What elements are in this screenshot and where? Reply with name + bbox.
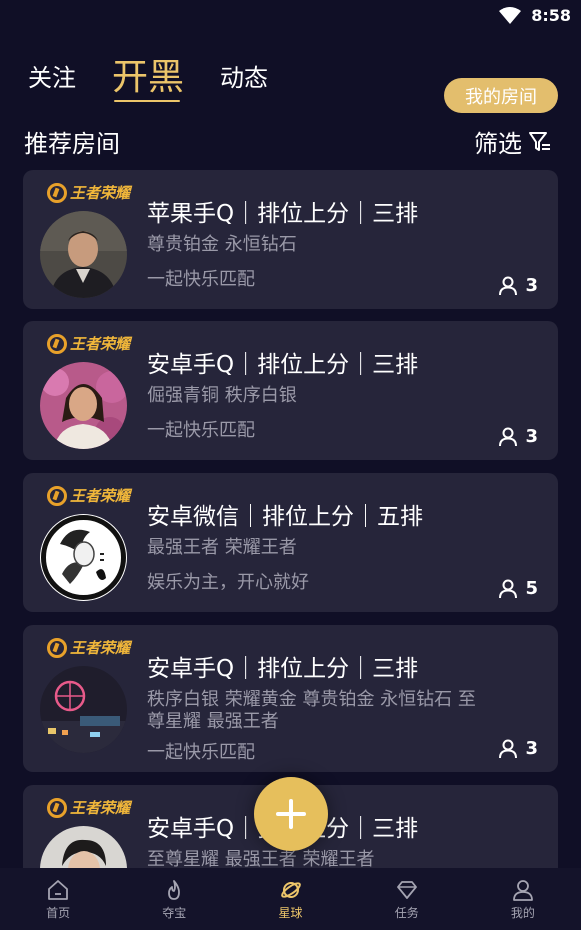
nav-label: 我的 (510, 906, 535, 920)
nav-label: 首页 (46, 906, 71, 920)
create-room-button[interactable] (254, 777, 328, 851)
status-icons: 8:58 (499, 6, 571, 25)
nav-profile[interactable]: 我的 (465, 868, 581, 930)
room-description: 一起快乐匹配 (147, 742, 255, 763)
wifi-icon (499, 6, 522, 24)
game-logo-icon (47, 797, 67, 818)
top-tabs: 关注 开黑 动态 (28, 48, 304, 102)
room-description: 一起快乐匹配 (147, 269, 255, 290)
person-icon (499, 579, 518, 598)
room-tags: 倔强青铜 秩序白银 (147, 385, 297, 406)
filter-label: 筛选 (474, 130, 522, 158)
planet-icon (280, 882, 301, 898)
profile-icon (513, 880, 533, 901)
room-description: 一起快乐匹配 (147, 420, 255, 441)
room-card[interactable]: 王者荣耀 安卓微信｜排位上分｜五排 最强王者 荣耀王者 娱乐为主，开心就好 5 (23, 473, 558, 612)
person-icon (499, 276, 518, 295)
filter-button[interactable]: 筛选 (474, 124, 552, 159)
avatar[interactable] (40, 826, 127, 868)
tab-follow[interactable]: 关注 (28, 66, 76, 98)
home-icon (48, 880, 68, 900)
game-logo: 王者荣耀 (47, 333, 130, 354)
nav-treasure[interactable]: 夺宝 (116, 868, 232, 930)
avatar[interactable] (40, 666, 127, 753)
room-tags: 最强王者 荣耀王者 (147, 537, 297, 558)
room-card[interactable]: 王者荣耀 苹果手Q｜排位上分｜三排 尊贵铂金 永恒钻石 一起快乐匹配 3 (23, 170, 558, 309)
member-count-value: 3 (525, 426, 538, 447)
section-title: 推荐房间 (24, 130, 120, 158)
room-list: 王者荣耀 苹果手Q｜排位上分｜三排 尊贵铂金 永恒钻石 一起快乐匹配 3 王者荣… (23, 170, 558, 868)
nav-label: 星球 (278, 906, 303, 920)
room-title: 安卓手Q｜排位上分｜三排 (147, 352, 419, 378)
game-logo-icon (47, 333, 67, 354)
nav-label: 任务 (394, 906, 419, 920)
game-logo-icon (47, 637, 67, 658)
avatar[interactable] (40, 514, 127, 601)
room-title: 安卓微信｜排位上分｜五排 (147, 504, 423, 530)
member-count-value: 3 (525, 738, 538, 759)
member-count: 3 (499, 738, 538, 759)
game-logo: 王者荣耀 (47, 485, 130, 506)
nav-planet[interactable]: 星球 (232, 868, 348, 930)
game-name: 王者荣耀 (70, 639, 131, 657)
diamond-icon (396, 881, 417, 899)
member-count: 3 (499, 426, 538, 447)
room-tags: 秩序白银 荣耀黄金 尊贵铂金 永恒钻石 至尊星耀 最强王者 (147, 689, 476, 732)
status-bar: 8:58 (0, 0, 581, 32)
nav-home[interactable]: 首页 (0, 868, 116, 930)
nav-tasks[interactable]: 任务 (349, 868, 465, 930)
person-icon (499, 427, 518, 446)
room-card[interactable]: 王者荣耀 安卓手Q｜排位上分｜三排 倔强青铜 秩序白银 一起快乐匹配 3 (23, 321, 558, 460)
game-logo-icon (47, 182, 67, 203)
plus-icon (276, 799, 306, 829)
member-count: 5 (499, 578, 538, 599)
flame-icon (168, 880, 181, 900)
nav-label: 夺宝 (162, 906, 187, 920)
game-name: 王者荣耀 (70, 335, 131, 353)
game-name: 王者荣耀 (70, 487, 131, 505)
member-count-value: 3 (525, 275, 538, 296)
bottom-nav: 首页 夺宝 星球 任务 我的 (0, 868, 581, 930)
game-name: 王者荣耀 (70, 799, 131, 817)
room-title: 苹果手Q｜排位上分｜三排 (147, 201, 419, 227)
avatar[interactable] (40, 211, 127, 298)
tab-team-up[interactable]: 开黑 (112, 60, 184, 102)
tab-moments[interactable]: 动态 (220, 66, 268, 98)
game-logo: 王者荣耀 (47, 637, 130, 658)
room-tags: 尊贵铂金 永恒钻石 (147, 234, 297, 255)
member-count-value: 5 (525, 578, 538, 599)
room-tags: 至尊星耀 最强王者 荣耀王者 (147, 849, 375, 868)
avatar[interactable] (40, 362, 127, 449)
status-time: 8:58 (531, 6, 571, 25)
filter-icon (529, 131, 550, 151)
room-card[interactable]: 王者荣耀 安卓手Q｜排位上分｜三排 秩序白银 荣耀黄金 尊贵铂金 永恒钻石 至尊… (23, 625, 558, 772)
my-room-button[interactable]: 我的房间 (444, 78, 558, 113)
game-name: 王者荣耀 (70, 184, 131, 202)
person-icon (499, 739, 518, 758)
room-description: 娱乐为主，开心就好 (147, 572, 309, 593)
member-count: 3 (499, 275, 538, 296)
room-title: 安卓手Q｜排位上分｜三排 (147, 656, 419, 682)
game-logo: 王者荣耀 (47, 797, 130, 818)
game-logo-icon (47, 485, 67, 506)
game-logo: 王者荣耀 (47, 182, 130, 203)
